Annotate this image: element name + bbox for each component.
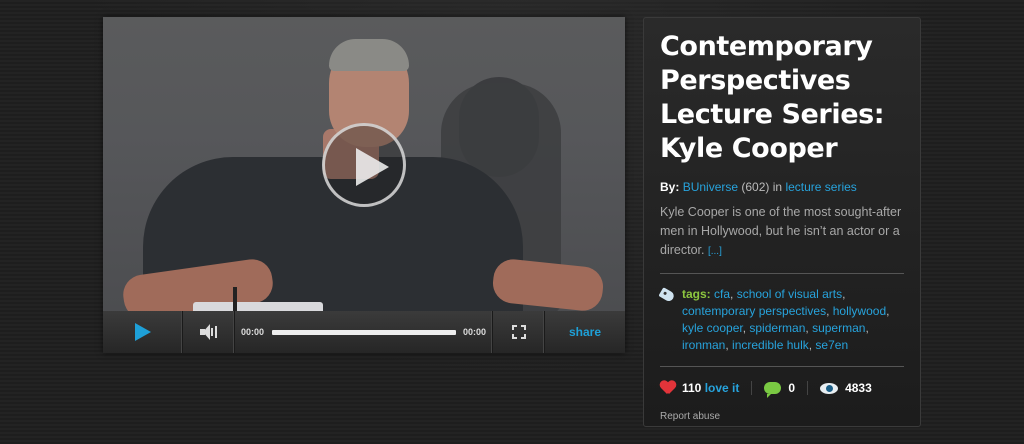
fullscreen-icon [511,325,526,339]
tag-list: tags: cfa, school of visual arts, contem… [682,287,890,352]
duration-time: 00:00 [462,327,486,337]
comments-stat[interactable]: 0 [764,381,809,398]
divider [660,366,904,367]
eye-icon [820,382,839,394]
video-player: 00:00 00:00 share [103,17,625,353]
author-count: (602) [741,180,770,194]
in-label: in [772,180,783,194]
tag-link[interactable]: school of visual arts [737,287,842,301]
tags-label: tags: [682,287,711,301]
share-button[interactable]: share [545,311,625,353]
tags: tags: cfa, school of visual arts, contem… [658,286,904,354]
love-stat: 110 love it [660,381,753,395]
progress-track[interactable] [271,329,456,335]
byline: By: BUniverse (602) in lecture series [660,180,904,194]
tag-link[interactable]: hollywood [833,304,886,318]
tag-link[interactable]: spiderman [749,321,805,335]
category-link[interactable]: lecture series [785,180,856,194]
view-count: 4833 [845,381,872,395]
tag-link[interactable]: cfa [714,287,730,301]
play-button[interactable] [103,311,183,353]
stats-bar: 110 love it 0 4833 [660,381,904,398]
description: Kyle Cooper is one of the most sought-af… [660,203,904,261]
microphone [233,287,237,311]
fullscreen-button[interactable] [493,311,545,353]
heart-icon[interactable] [660,381,676,395]
love-it-link[interactable]: love it [705,381,740,395]
video-info-panel: Contemporary Perspectives Lecture Series… [643,17,921,427]
love-count: 110 [682,381,702,395]
tag-link[interactable]: contemporary perspectives [682,304,826,318]
read-more-link[interactable]: [...] [708,246,722,257]
video-title: Contemporary Perspectives Lecture Series… [660,31,885,164]
report-abuse-link[interactable]: Report abuse [660,411,904,422]
description-text: Kyle Cooper is one of the most sought-af… [660,205,902,257]
laptop [193,302,323,311]
speaker-hair [329,39,409,71]
video-frame[interactable] [103,17,625,311]
tag-icon [658,287,676,303]
by-label: By: [660,180,680,194]
tag-link[interactable]: kyle cooper [682,321,743,335]
volume-icon [199,324,218,340]
tag-link[interactable]: superman [812,321,865,335]
tag-link[interactable]: ironman [682,338,725,352]
player-controls: 00:00 00:00 share [103,311,625,353]
views-stat: 4833 [820,381,884,395]
tag-link[interactable]: se7en [815,338,848,352]
divider [660,273,904,274]
comment-count: 0 [788,381,796,395]
comment-icon [764,382,782,398]
current-time: 00:00 [241,327,265,337]
speaker-arm-right [491,257,605,311]
author-link[interactable]: BUniverse [683,180,738,194]
volume-button[interactable] [183,311,235,353]
play-icon [134,323,151,341]
tag-link[interactable]: incredible hulk [732,338,809,352]
timeline: 00:00 00:00 [235,311,493,353]
big-play-button[interactable] [322,123,406,207]
